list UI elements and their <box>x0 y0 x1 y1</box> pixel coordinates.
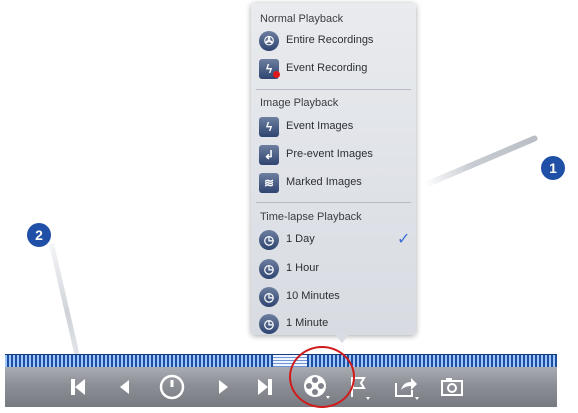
callout-2-badge: 2 <box>27 223 51 247</box>
playback-toolbar <box>5 367 557 407</box>
step-forward-icon <box>219 380 228 394</box>
film-reel-icon: ✇ <box>259 31 279 51</box>
timeline-scrubber[interactable] <box>5 354 557 368</box>
menu-item-1-hour[interactable]: ◷ 1 Hour <box>259 258 409 280</box>
section-header-time-lapse-playback: Time-lapse Playback <box>260 211 362 223</box>
menu-item-event-images[interactable]: ϟ Event Images <box>259 116 409 138</box>
menu-item-label: 1 Day <box>286 233 315 245</box>
pause-button[interactable] <box>158 373 186 400</box>
skip-to-start-button[interactable] <box>69 375 87 399</box>
marked-images-icon: ≋ <box>259 173 279 193</box>
clock-hour-icon: ◷ <box>259 259 279 279</box>
menu-item-label: Pre-event Images <box>286 148 373 160</box>
export-button[interactable] <box>393 375 421 400</box>
snapshot-button[interactable] <box>439 375 465 399</box>
clock-10min-icon: ◷ <box>259 287 279 307</box>
skip-to-start-icon <box>71 379 85 395</box>
lightning-icon: ϟ <box>259 117 279 137</box>
menu-item-marked-images[interactable]: ≋ Marked Images <box>259 172 409 194</box>
snapshot-icon <box>441 378 463 396</box>
step-back-icon <box>120 380 129 394</box>
menu-item-pre-event-images[interactable]: ↲ Pre-event Images <box>259 144 409 166</box>
step-forward-button[interactable] <box>217 375 231 399</box>
menu-item-label: 10 Minutes <box>286 290 340 302</box>
menu-item-label: Event Images <box>286 120 354 132</box>
section-header-image-playback: Image Playback <box>260 97 339 109</box>
section-header-normal-playback: Normal Playback <box>260 13 344 25</box>
menu-item-entire-recordings[interactable]: ✇ Entire Recordings <box>259 30 409 52</box>
callout-1-pointer <box>423 134 539 188</box>
pre-event-icon: ↲ <box>259 145 279 165</box>
event-recording-icon: ϟ <box>259 59 280 79</box>
menu-item-label: 1 Hour <box>286 262 320 274</box>
callout-1-badge: 1 <box>541 156 565 180</box>
menu-item-label: Event Recording <box>286 62 368 74</box>
skip-to-end-icon <box>258 379 272 395</box>
menu-item-label: 1 Minute <box>286 317 329 329</box>
export-icon <box>395 378 419 400</box>
step-back-button[interactable] <box>117 375 131 399</box>
menu-item-label: Marked Images <box>286 176 362 188</box>
menu-item-1-minute[interactable]: ◷ 1 Minute <box>259 313 409 335</box>
menu-item-1-day[interactable]: ◷ 1 Day ✓ <box>259 229 411 251</box>
checkmark-icon: ✓ <box>397 231 411 248</box>
skip-to-end-button[interactable] <box>256 375 274 399</box>
menu-pointer-tail <box>334 333 350 343</box>
menu-item-event-recording[interactable]: ϟ Event Recording <box>259 58 409 80</box>
clock-day-icon: ◷ <box>259 230 279 250</box>
highlight-ring <box>289 346 355 408</box>
callout-2-pointer <box>49 243 81 362</box>
playback-mode-menu: Normal Playback ✇ Entire Recordings ϟ Ev… <box>251 3 416 335</box>
pause-circle-icon <box>159 374 185 400</box>
menu-separator <box>256 202 411 203</box>
menu-separator <box>256 89 411 90</box>
menu-item-label: Entire Recordings <box>286 34 374 46</box>
menu-item-10-minutes[interactable]: ◷ 10 Minutes <box>259 286 409 308</box>
clock-1min-icon: ◷ <box>259 314 279 334</box>
